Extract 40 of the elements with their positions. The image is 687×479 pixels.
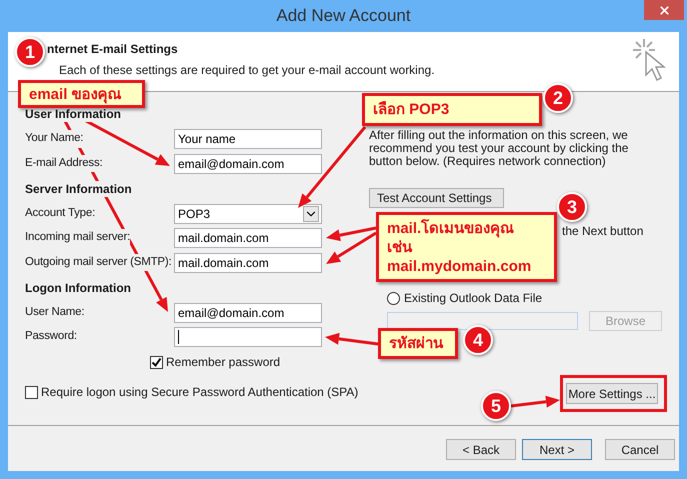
callout-text: mail.mydomain.com (387, 256, 532, 276)
footer-button[interactable]: < Back (446, 439, 516, 460)
header-title: nternet E-mail Settings (47, 41, 179, 58)
input-field[interactable]: email@domain.com (174, 302, 322, 322)
checkbox-label: Remember password (166, 354, 280, 371)
radio-label: Existing Outlook Data File (404, 290, 542, 307)
field-label: Incoming mail server: (25, 229, 130, 247)
footer-button[interactable]: Next > (522, 439, 592, 460)
close-icon (658, 4, 670, 16)
test-account-settings-button[interactable]: Test Account Settings (369, 188, 504, 208)
footer-button[interactable]: Cancel (605, 439, 675, 460)
callout-text: รหัสผ่าน (389, 334, 444, 353)
checkbox-label: Require logon using Secure Password Authentication (SPA) (41, 384, 358, 401)
field-label: Outgoing mail server (SMTP): (25, 254, 172, 272)
callout-text: mail.โดเมนของคุณ (387, 218, 516, 238)
field-label: Your Name: (25, 130, 84, 148)
chevron-down-icon (303, 206, 319, 222)
field-label: E-mail Address: (25, 154, 103, 172)
more-settings-button[interactable]: More Settings ... (566, 383, 658, 404)
instruction-text: the Next button (562, 223, 644, 240)
header-description: Each of these settings are required to get your e-mail account working. (59, 62, 436, 79)
arrow (510, 396, 560, 408)
account-type-dropdown[interactable]: POP3 (174, 204, 322, 224)
section-heading: Server Information (25, 180, 132, 196)
window-title: Add New Account (276, 5, 411, 28)
input-field[interactable]: mail.domain.com (174, 228, 322, 248)
text-cursor (178, 330, 179, 344)
radio-button[interactable] (387, 292, 400, 304)
file-path-field[interactable] (387, 312, 578, 330)
checkbox[interactable] (150, 356, 163, 368)
callout-text: เลือก POP3 (373, 100, 450, 119)
password-field[interactable] (174, 327, 322, 347)
callout-text: email ของคุณ (29, 84, 123, 104)
callout-text: เช่น (387, 238, 414, 256)
input-field[interactable]: email@domain.com (174, 154, 322, 174)
input-field[interactable]: Your name (174, 129, 322, 149)
close-button[interactable] (644, 0, 684, 20)
checkbox[interactable] (25, 386, 38, 398)
input-field[interactable]: mail.domain.com (174, 252, 322, 272)
test-description: After filling out the information on this screen, we recommend you test your account by clicking the button below. (Requires network connection) (369, 129, 630, 168)
